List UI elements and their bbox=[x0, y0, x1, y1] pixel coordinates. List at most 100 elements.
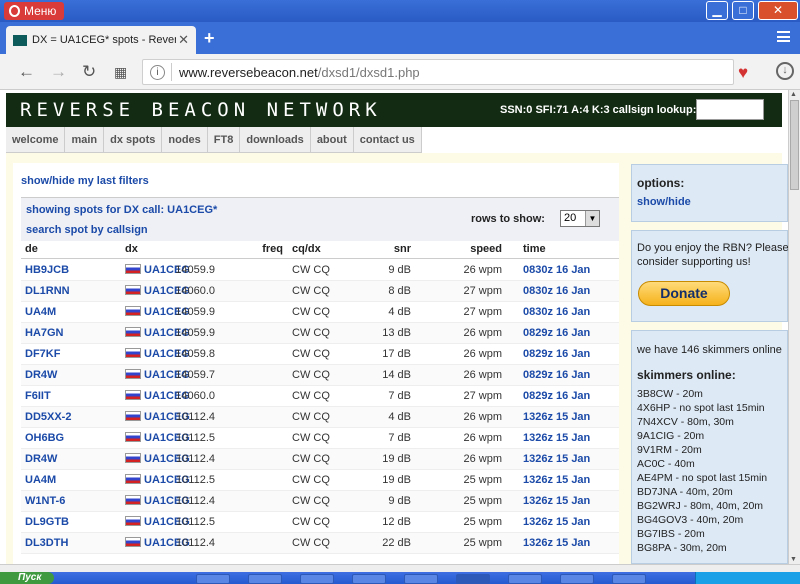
nav-downloads[interactable]: downloads bbox=[240, 127, 311, 153]
spotter-callsign[interactable]: DL9GTB bbox=[25, 516, 69, 528]
spot-time[interactable]: 1326z 15 Jan bbox=[523, 474, 590, 486]
download-icon[interactable]: ↓ bbox=[776, 62, 794, 80]
url-separator bbox=[171, 63, 172, 81]
taskbar-item[interactable] bbox=[196, 574, 230, 584]
rbn-header: REVERSE BEACON NETWORK SSN:0 SFI:71 A:4 … bbox=[6, 93, 782, 127]
tab-title: DX = UA1CEG* spots - Reverse bbox=[32, 34, 176, 46]
spot-time[interactable]: 0829z 16 Jan bbox=[523, 348, 590, 360]
nav-dx-spots[interactable]: dx spots bbox=[104, 127, 163, 153]
nav-main[interactable]: main bbox=[65, 127, 105, 153]
nav-nodes[interactable]: nodes bbox=[162, 127, 208, 153]
spotter-callsign[interactable]: DR4W bbox=[25, 453, 57, 465]
options-show-hide-link[interactable]: show/hide bbox=[637, 196, 691, 208]
taskbar-item[interactable] bbox=[560, 574, 594, 584]
spot-time[interactable]: 0830z 16 Jan bbox=[523, 264, 590, 276]
scroll-down-icon[interactable]: ▼ bbox=[790, 556, 797, 563]
forward-arrow-icon[interactable]: → bbox=[50, 62, 67, 82]
spotter-callsign[interactable]: HB9JCB bbox=[25, 264, 69, 276]
nav-about[interactable]: about bbox=[311, 127, 354, 153]
rbn-logo[interactable]: REVERSE BEACON NETWORK bbox=[20, 99, 382, 121]
close-window-button[interactable]: ✕ bbox=[758, 1, 798, 20]
bookmark-heart-icon[interactable]: ♥ bbox=[738, 63, 748, 83]
spotter-callsign[interactable]: W1NT-6 bbox=[25, 495, 65, 507]
skimmers-list: 3B8CW - 20m 4X6HP - no spot last 15min 7N4… bbox=[637, 388, 788, 556]
taskbar-item[interactable] bbox=[404, 574, 438, 584]
skimmer-item: 3B8CW - 20m bbox=[637, 388, 703, 400]
nav-contact-us[interactable]: contact us bbox=[354, 127, 422, 153]
speed: 25 wpm bbox=[463, 537, 502, 549]
spotter-callsign[interactable]: OH6BG bbox=[25, 432, 64, 444]
speed-dial-grid-icon[interactable]: ▦ bbox=[114, 64, 127, 81]
scroll-up-icon[interactable]: ▲ bbox=[790, 91, 797, 98]
taskbar-item[interactable] bbox=[352, 574, 386, 584]
search-by-callsign-link[interactable]: search spot by callsign bbox=[26, 224, 148, 236]
spot-time[interactable]: 1326z 15 Jan bbox=[523, 495, 590, 507]
donate-button[interactable]: Donate bbox=[638, 281, 730, 306]
skimmer-item: BG4GOV3 - 40m, 20m bbox=[637, 514, 744, 526]
spot-time[interactable]: 0829z 16 Jan bbox=[523, 327, 590, 339]
maximize-button[interactable]: □ bbox=[732, 1, 754, 20]
back-arrow-icon[interactable]: ← bbox=[18, 62, 35, 82]
spotter-callsign[interactable]: HA7GN bbox=[25, 327, 64, 339]
start-button[interactable]: Пуск bbox=[0, 572, 54, 584]
column-de: de bbox=[25, 243, 38, 255]
nav-ft8[interactable]: FT8 bbox=[208, 127, 241, 153]
spot-time[interactable]: 1326z 15 Jan bbox=[523, 516, 590, 528]
russia-flag-icon bbox=[125, 348, 141, 358]
spotter-callsign[interactable]: DF7KF bbox=[25, 348, 60, 360]
nav-welcome[interactable]: welcome bbox=[6, 127, 66, 153]
spotter-callsign[interactable]: UA4M bbox=[25, 306, 56, 318]
spotter-callsign[interactable]: F6IIT bbox=[25, 390, 51, 402]
table-row: OH6BG UA1CEG 10112.5 CW CQ 7 dB 26 wpm 1326z 1… bbox=[21, 428, 619, 449]
spot-time[interactable]: 1326z 15 Jan bbox=[523, 537, 590, 549]
speed: 26 wpm bbox=[463, 369, 502, 381]
spotter-callsign[interactable]: DL1RNN bbox=[25, 285, 70, 297]
taskbar-item[interactable] bbox=[508, 574, 542, 584]
vertical-scrollbar[interactable]: ▲ ▼ bbox=[788, 90, 800, 564]
rows-to-show-select[interactable]: 20 ▼ bbox=[560, 210, 600, 227]
snr: 17 dB bbox=[382, 348, 411, 360]
new-tab-button[interactable]: + bbox=[204, 28, 215, 49]
donate-box: Do you enjoy the RBN? Please consider su… bbox=[631, 230, 788, 322]
minimize-button[interactable]: ▁ bbox=[706, 1, 728, 20]
chevron-down-icon[interactable]: ▼ bbox=[585, 211, 599, 226]
skimmer-item: AC0C - 40m bbox=[637, 458, 695, 470]
spotter-callsign[interactable]: DD5XX-2 bbox=[25, 411, 71, 423]
opera-menu-button[interactable]: Меню bbox=[4, 2, 65, 20]
callsign-lookup-input[interactable] bbox=[696, 99, 764, 120]
spot-time[interactable]: 0829z 16 Jan bbox=[523, 369, 590, 381]
page-viewport: REVERSE BEACON NETWORK SSN:0 SFI:71 A:4 … bbox=[0, 90, 788, 564]
spot-time[interactable]: 1326z 15 Jan bbox=[523, 411, 590, 423]
snr: 7 dB bbox=[388, 432, 411, 444]
frequency: 10112.4 bbox=[176, 453, 215, 465]
reload-icon[interactable]: ↻ bbox=[82, 62, 96, 82]
spot-time[interactable]: 0830z 16 Jan bbox=[523, 285, 590, 297]
spot-time[interactable]: 1326z 15 Jan bbox=[523, 453, 590, 465]
taskbar-item-opera[interactable] bbox=[456, 574, 490, 584]
taskbar-item[interactable] bbox=[248, 574, 282, 584]
site-info-icon[interactable]: i bbox=[150, 65, 165, 80]
spot-time[interactable]: 0830z 16 Jan bbox=[523, 306, 590, 318]
scrollbar-thumb[interactable] bbox=[790, 100, 799, 190]
close-tab-icon[interactable]: ✕ bbox=[178, 32, 189, 48]
snr: 9 dB bbox=[388, 264, 411, 276]
table-row: HA7GN UA1CEG 14059.9 CW CQ 13 dB 26 wpm 0829z … bbox=[21, 323, 619, 344]
url-host: www.reversebeacon.net bbox=[179, 65, 318, 80]
taskbar-item[interactable] bbox=[300, 574, 334, 584]
spot-time[interactable]: 1326z 15 Jan bbox=[523, 432, 590, 444]
tab-menu-icon[interactable] bbox=[777, 31, 790, 42]
snr: 19 dB bbox=[382, 474, 411, 486]
spots-table-body: HB9JCB UA1CEG 14059.9 CW CQ 9 dB 26 wpm 0830z … bbox=[21, 260, 619, 554]
url-field[interactable]: i www.reversebeacon.net/dxsd1/dxsd1.php bbox=[142, 59, 734, 85]
spot-time[interactable]: 0829z 16 Jan bbox=[523, 390, 590, 402]
spotter-callsign[interactable]: UA4M bbox=[25, 474, 56, 486]
russia-flag-icon bbox=[125, 285, 141, 295]
spotter-callsign[interactable]: DR4W bbox=[25, 369, 57, 381]
taskbar-item[interactable] bbox=[612, 574, 646, 584]
opera-menu-label: Меню bbox=[24, 4, 57, 18]
russia-flag-icon bbox=[125, 516, 141, 526]
spotter-callsign[interactable]: DL3DTH bbox=[25, 537, 68, 549]
tab-dx-spots[interactable]: DX = UA1CEG* spots - Reverse ✕ bbox=[6, 26, 196, 54]
horizontal-scrollbar[interactable] bbox=[0, 564, 800, 572]
show-hide-filters-link[interactable]: show/hide my last filters bbox=[21, 175, 149, 187]
